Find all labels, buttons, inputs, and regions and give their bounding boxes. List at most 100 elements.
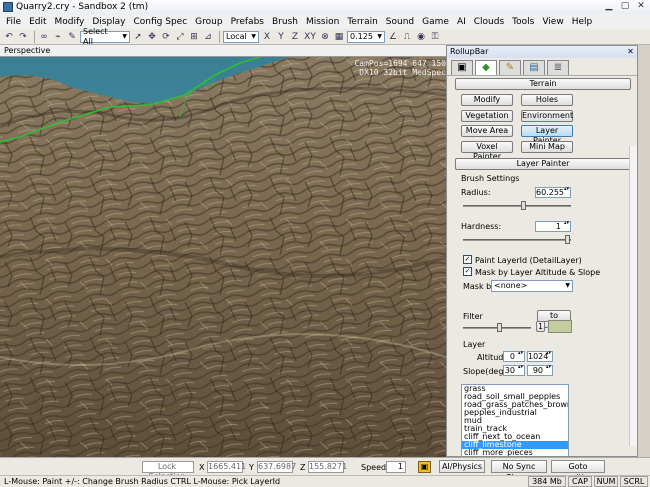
hud-renderer: DX10 32bit MedSpec: [359, 68, 446, 77]
menu-brush[interactable]: Brush: [272, 17, 298, 27]
menu-clouds[interactable]: Clouds: [474, 17, 504, 27]
z-field[interactable]: 155.8271: [308, 461, 347, 473]
menu-group[interactable]: Group: [195, 17, 222, 27]
menu-modify[interactable]: Modify: [55, 17, 85, 27]
display-icon[interactable]: ▤: [523, 60, 545, 75]
menu-help[interactable]: Help: [572, 17, 593, 27]
objects-icon[interactable]: ▣: [451, 60, 473, 75]
measure-icon[interactable]: ⎍: [401, 31, 413, 43]
layer-list[interactable]: grass road_soil_small_pepples road_grass…: [461, 384, 569, 456]
lock-selection-button[interactable]: Lock Selection: [142, 461, 194, 481]
speed-field[interactable]: 1: [386, 461, 406, 473]
close-icon[interactable]: ✕: [626, 47, 635, 56]
vegetation-button[interactable]: Vegetation: [461, 110, 513, 122]
menu-terrain[interactable]: Terrain: [347, 17, 377, 27]
menu-game[interactable]: Game: [422, 17, 449, 27]
terrain-icon[interactable]: ◆: [475, 60, 497, 75]
terrain-snap-icon[interactable]: ⊿: [202, 31, 214, 43]
filter-value[interactable]: 1: [536, 321, 545, 332]
align-icon[interactable]: ⊞: [188, 31, 200, 43]
modelling-icon[interactable]: ✎: [499, 60, 521, 75]
layer-painter-section-header[interactable]: Layer Painter: [455, 158, 631, 170]
axis-xy-button[interactable]: XY: [303, 31, 317, 43]
lock-icon[interactable]: ⚿: [429, 31, 441, 43]
axis-y-button[interactable]: Y: [275, 31, 287, 43]
hardness-slider[interactable]: [463, 235, 571, 244]
minimize-icon[interactable]: ▁: [602, 1, 616, 12]
menu-edit[interactable]: Edit: [29, 17, 46, 27]
hardness-spinner[interactable]: 1: [535, 221, 571, 232]
select-pointer-icon[interactable]: ➚: [132, 31, 144, 43]
hardness-label: Hardness:: [461, 222, 502, 231]
filter-color-swatch[interactable]: [548, 320, 572, 333]
menu-mission[interactable]: Mission: [306, 17, 339, 27]
memory-indicator: 384 Mb: [528, 476, 566, 487]
menu-file[interactable]: File: [6, 17, 21, 27]
radius-slider-knob[interactable]: [521, 201, 526, 210]
altitude-min-spinner[interactable]: 0: [503, 351, 525, 362]
terrain-section-header[interactable]: Terrain: [455, 78, 631, 90]
voxel-painter-button[interactable]: Voxel Painter: [461, 141, 513, 161]
mask-altitude-checkbox[interactable]: ✓: [463, 267, 472, 276]
snap-value: 0.125: [350, 31, 373, 41]
scroll-indicator: SCRL: [620, 476, 648, 487]
undo-icon[interactable]: ↶: [3, 31, 15, 43]
viewport-header: Perspective: [0, 45, 446, 57]
altitude-max-spinner[interactable]: 1024: [527, 351, 553, 362]
radius-slider[interactable]: [463, 201, 571, 210]
menu-config-spec[interactable]: Config Spec: [134, 17, 188, 27]
redo-icon[interactable]: ↷: [17, 31, 29, 43]
move-icon[interactable]: ✥: [146, 31, 158, 43]
angle-snap-icon[interactable]: ∠: [387, 31, 399, 43]
ai-physics-button[interactable]: AI/Physics: [439, 460, 485, 473]
rollup-title: RollupBar: [450, 47, 489, 56]
maximize-icon[interactable]: ▢: [618, 1, 632, 12]
viewport-label[interactable]: Perspective: [4, 46, 50, 55]
slope-min-spinner[interactable]: 30: [503, 365, 525, 376]
close-icon[interactable]: ✕: [634, 1, 648, 12]
lock-axis-icon[interactable]: ⊗: [319, 31, 331, 43]
selection-dropdown[interactable]: Select All ▼: [80, 27, 130, 46]
goto-position-button[interactable]: Goto position: [551, 460, 605, 482]
move-area-button[interactable]: Move Area: [461, 125, 513, 137]
y-field[interactable]: 637.6987: [257, 461, 296, 473]
window-title: Quarry2.cry - Sandbox 2 (tm): [16, 2, 149, 12]
list-item[interactable]: cliff_more_pieces: [462, 449, 568, 457]
menu-sound[interactable]: Sound: [386, 17, 414, 27]
x-field[interactable]: 1665.411: [207, 461, 246, 473]
paint-layerid-checkbox[interactable]: ✓: [463, 255, 472, 264]
menu-tools[interactable]: Tools: [512, 17, 534, 27]
speed-lock-icon[interactable]: ▣: [418, 461, 431, 473]
filter-slider-knob[interactable]: [497, 323, 502, 332]
menu-view[interactable]: View: [542, 17, 563, 27]
layer-painter-button[interactable]: Layer Painter: [521, 125, 573, 145]
modify-button[interactable]: Modify: [461, 94, 513, 106]
menu-ai[interactable]: AI: [457, 17, 466, 27]
menu-display[interactable]: Display: [92, 17, 125, 27]
unlink-icon[interactable]: ⌁: [52, 31, 64, 43]
holes-button[interactable]: Holes: [521, 94, 573, 106]
slope-max-spinner[interactable]: 90: [527, 365, 553, 376]
link-icon[interactable]: ∞: [38, 31, 50, 43]
menu-prefabs[interactable]: Prefabs: [231, 17, 264, 27]
toolbar-divider: [34, 30, 35, 43]
axis-x-button[interactable]: X: [261, 31, 273, 43]
rotate-icon[interactable]: ⟳: [160, 31, 172, 43]
radius-spinner[interactable]: 60.255: [535, 187, 571, 198]
layers-icon[interactable]: ≣: [547, 60, 569, 75]
axis-z-button[interactable]: Z: [289, 31, 301, 43]
camera-icon[interactable]: ◉: [415, 31, 427, 43]
mask-by-dropdown[interactable]: <none> ▼: [491, 280, 573, 292]
brush-icon[interactable]: ✎: [66, 31, 78, 43]
snap-dropdown[interactable]: 0.125 ▼: [347, 30, 385, 43]
perspective-viewport[interactable]: CamPos=1694 647 150 DX10 32bit MedSpec: [0, 57, 446, 457]
rollup-scrollbar[interactable]: [629, 146, 637, 446]
filter-slider[interactable]: [463, 323, 531, 332]
hardness-slider-knob[interactable]: [565, 235, 570, 244]
no-sync-player-button[interactable]: No Sync Player: [491, 460, 547, 482]
coord-system-dropdown[interactable]: Local ▼: [223, 30, 259, 43]
scale-icon[interactable]: ⤢: [174, 31, 186, 43]
grid-icon[interactable]: ▦: [333, 31, 345, 43]
mini-map-button[interactable]: Mini Map: [521, 141, 573, 153]
environment-button[interactable]: Environment: [521, 110, 573, 122]
